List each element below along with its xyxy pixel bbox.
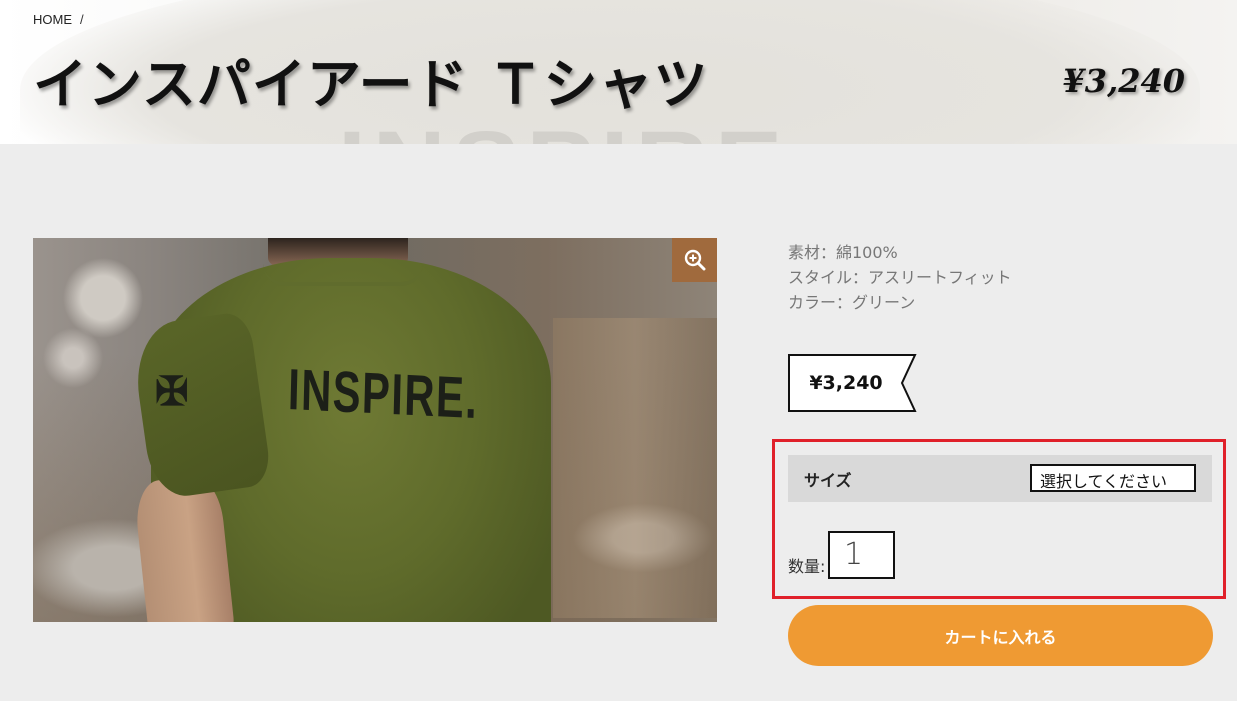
- breadcrumb-home-link[interactable]: HOME: [33, 12, 72, 27]
- zoom-in-icon: [684, 249, 705, 271]
- quantity-label: 数量:: [788, 557, 826, 576]
- product-specs: 素材：綿100% スタイル：アスリートフィット カラー：グリーン: [788, 240, 1012, 315]
- zoom-button[interactable]: [672, 238, 717, 282]
- price-tag: ¥3,240: [788, 354, 918, 412]
- quantity-input[interactable]: 1: [828, 531, 895, 579]
- spec-color: カラー：グリーン: [788, 293, 916, 312]
- add-to-cart-button[interactable]: カートに入れる: [788, 605, 1213, 666]
- page-title: インスパイアード Ｔシャツ: [33, 53, 709, 116]
- image-shelf: [553, 318, 717, 618]
- size-option-row: サイズ 選択してください: [788, 455, 1212, 502]
- breadcrumb: HOME /: [33, 12, 84, 27]
- size-select[interactable]: 選択してください: [1030, 464, 1196, 492]
- spec-material: 素材：綿100%: [788, 243, 898, 262]
- price-value: ¥3,240: [809, 372, 883, 394]
- header-banner: INSPIRE. HOME/ インスパイアード Ｔシャツ ¥3,240: [0, 0, 1237, 144]
- breadcrumb-separator: /: [80, 12, 84, 27]
- size-label: サイズ: [804, 471, 852, 490]
- header-price: ¥3,240: [1062, 62, 1185, 100]
- product-image[interactable]: ✠ INSPIRE.: [33, 238, 717, 622]
- spec-style: スタイル：アスリートフィット: [788, 268, 1012, 287]
- image-sleeve-logo: ✠: [155, 368, 189, 415]
- image-shirt-print: INSPIRE.: [287, 356, 480, 432]
- image-collar: [263, 264, 423, 286]
